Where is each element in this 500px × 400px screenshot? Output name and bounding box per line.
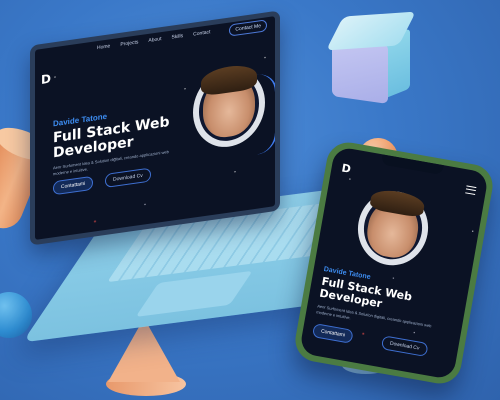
phone-screen: D Davide Tatone Full Stack Web Developer… <box>298 146 490 380</box>
blue-sphere <box>0 292 32 338</box>
laptop-screen: Home Projects About Skills Contact Conta… <box>30 10 280 246</box>
cube-shape <box>322 11 416 104</box>
logo-icon[interactable]: D <box>41 71 55 87</box>
phone-frame: D Davide Tatone Full Stack Web Developer… <box>292 139 496 387</box>
mockup-scene: Home Projects About Skills Contact Conta… <box>0 0 500 400</box>
laptop-trackpad <box>135 270 253 317</box>
hamburger-menu-icon[interactable] <box>465 185 477 196</box>
